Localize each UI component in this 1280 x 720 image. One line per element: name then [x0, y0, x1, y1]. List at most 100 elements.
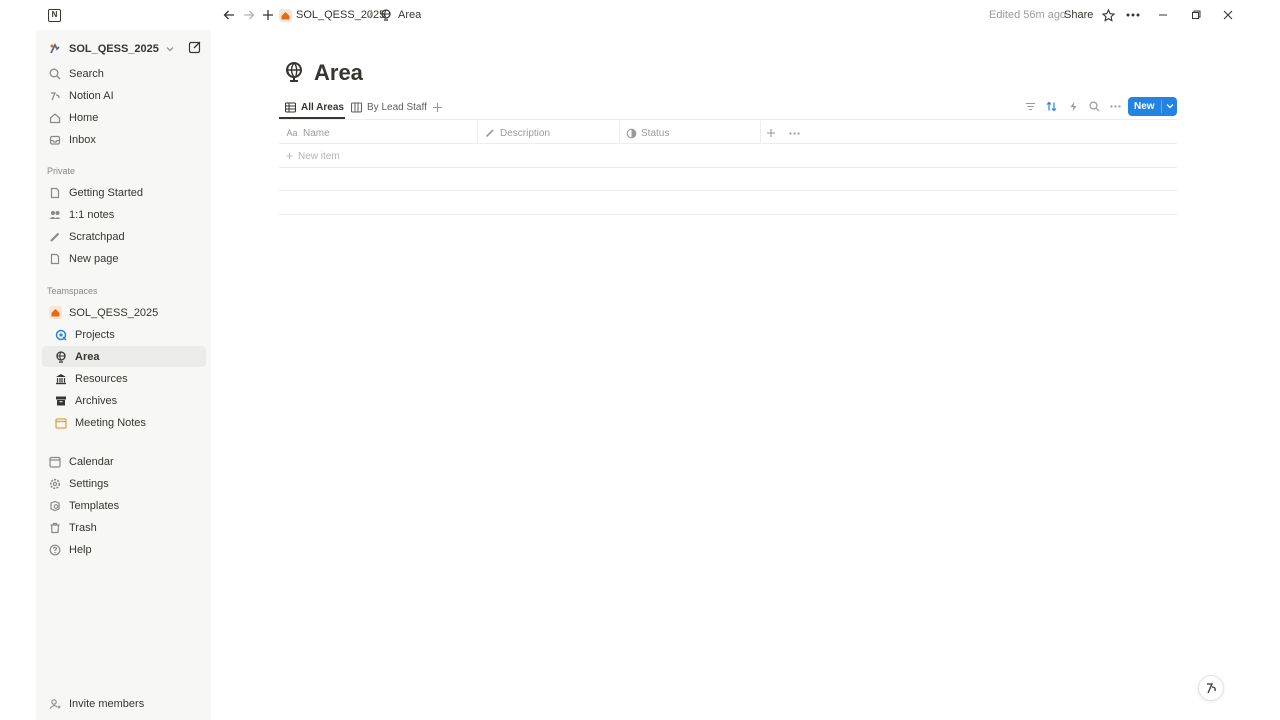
sidebar-item-meeting-notes[interactable]: Meeting Notes: [42, 412, 206, 433]
invite-members-button[interactable]: Invite members: [42, 693, 206, 714]
search-icon: [1088, 100, 1099, 111]
add-view-button[interactable]: [432, 96, 443, 118]
column-header-status[interactable]: Status: [625, 124, 669, 142]
table-row-divider: [279, 167, 1177, 168]
people-icon: [48, 208, 62, 222]
sidebar-item-help[interactable]: Help: [42, 539, 206, 560]
sidebar-item-teamspace[interactable]: SOL_QESS_2025: [42, 302, 206, 323]
column-header-name[interactable]: Aa Name: [285, 124, 329, 142]
table-options-button[interactable]: [789, 124, 800, 142]
column-label: Status: [641, 127, 670, 139]
sidebar-item-label: Trash: [69, 521, 97, 534]
workspace-switcher[interactable]: SOL_QESS_2025: [42, 39, 206, 59]
filter-button[interactable]: [1023, 99, 1037, 113]
sidebar-item-inbox[interactable]: Inbox: [42, 129, 206, 150]
sidebar-item-getting-started[interactable]: Getting Started: [42, 182, 206, 203]
chevron-down-icon: [166, 47, 174, 52]
sidebar-item-label: SOL_QESS_2025: [69, 306, 159, 319]
tab-all-areas[interactable]: All Areas: [285, 96, 344, 118]
chevron-down-icon[interactable]: [1164, 100, 1176, 112]
home-icon: [48, 111, 62, 125]
add-property-button[interactable]: [766, 124, 776, 142]
globe-icon[interactable]: [283, 61, 305, 83]
calendar-icon: [54, 416, 68, 430]
sidebar-item-calendar[interactable]: Calendar: [42, 451, 206, 472]
share-button[interactable]: Share: [1064, 9, 1093, 21]
section-heading-teamspaces: Teamspaces: [47, 286, 98, 296]
breadcrumb-page[interactable]: Area: [398, 9, 421, 21]
plus-icon: +: [286, 149, 294, 163]
sidebar-item-archives[interactable]: Archives: [42, 390, 206, 411]
sidebar-item-label: Help: [69, 543, 92, 556]
new-item-button[interactable]: + New item: [286, 149, 340, 163]
sidebar-item-label: Settings: [69, 477, 109, 490]
sidebar-item-label: Search: [69, 67, 104, 80]
page-title[interactable]: Area: [314, 60, 363, 86]
sidebar-item-settings[interactable]: Settings: [42, 473, 206, 494]
view-options-button[interactable]: [1108, 99, 1122, 113]
minimize-button[interactable]: [1156, 8, 1170, 22]
column-divider[interactable]: [760, 121, 761, 143]
board-icon: [351, 101, 363, 113]
topbar: SOL_QESS_2025 / Area Edited 56m ago Shar…: [211, 0, 1280, 30]
notion-ai-fab[interactable]: [1198, 675, 1224, 701]
sidebar-item-1-1-notes[interactable]: 1:1 notes: [42, 204, 206, 225]
column-divider[interactable]: [477, 121, 478, 143]
sidebar-item-templates[interactable]: Templates: [42, 495, 206, 516]
search-button[interactable]: [1087, 99, 1101, 113]
sidebar-item-resources[interactable]: Resources: [42, 368, 206, 389]
plus-icon: [767, 129, 775, 137]
sidebar-item-label: Templates: [69, 499, 120, 512]
sidebar-item-new-page[interactable]: New page: [42, 248, 206, 269]
sidebar-item-notion-ai[interactable]: Notion AI: [42, 85, 206, 106]
globe-icon: [379, 8, 393, 22]
column-divider[interactable]: [619, 121, 620, 143]
calendar-icon: [48, 455, 62, 469]
sidebar-item-label: Calendar: [69, 455, 114, 468]
new-tab-button[interactable]: [261, 8, 275, 22]
sidebar-item-label: Getting Started: [69, 186, 143, 199]
column-header-description[interactable]: Description: [484, 124, 550, 142]
notion-ai-icon: [1207, 683, 1216, 694]
forward-button[interactable]: [242, 8, 256, 22]
arrow-right-icon: [244, 10, 255, 20]
filter-icon: [1025, 102, 1035, 110]
sidebar-item-label: Resources: [75, 372, 128, 385]
sidebar-item-projects[interactable]: Projects: [42, 324, 206, 345]
star-icon: [1101, 8, 1115, 22]
close-button[interactable]: [1221, 8, 1235, 22]
pencil-icon: [484, 127, 496, 139]
notion-ai-icon: [48, 89, 62, 103]
more-horizontal-icon: [789, 131, 800, 135]
view-divider: [279, 119, 1177, 120]
new-record-button[interactable]: New: [1128, 97, 1177, 116]
column-label: Description: [500, 127, 551, 139]
plus-icon: [433, 102, 442, 112]
restore-icon: [1192, 10, 1201, 19]
target-icon: [54, 328, 68, 342]
automation-button[interactable]: [1066, 99, 1080, 113]
sidebar-item-search[interactable]: Search: [42, 63, 206, 84]
sidebar-item-area[interactable]: Area: [42, 346, 206, 367]
button-divider: [1161, 100, 1162, 113]
restore-button[interactable]: [1189, 8, 1203, 22]
more-options-button[interactable]: [1126, 8, 1140, 22]
sort-button[interactable]: [1044, 99, 1058, 113]
page-icon: [48, 186, 62, 200]
sidebar-item-home[interactable]: Home: [42, 107, 206, 128]
favorite-button[interactable]: [1101, 8, 1115, 22]
tab-by-lead-staff[interactable]: By Lead Staff: [351, 96, 427, 118]
sidebar-item-label: Inbox: [69, 133, 96, 146]
search-icon: [48, 67, 62, 81]
table-icon: [285, 101, 297, 113]
sidebar-item-label: Home: [69, 111, 99, 124]
sidebar-item-trash[interactable]: Trash: [42, 517, 206, 538]
new-page-compose-icon[interactable]: [188, 40, 202, 54]
back-button[interactable]: [222, 8, 236, 22]
teamspace-home-icon: [278, 8, 292, 22]
breadcrumb-separator: /: [369, 9, 373, 21]
sort-icon: [1046, 101, 1056, 111]
globe-icon: [54, 350, 68, 364]
trash-icon: [48, 521, 62, 535]
sidebar-item-scratchpad[interactable]: Scratchpad: [42, 226, 206, 247]
